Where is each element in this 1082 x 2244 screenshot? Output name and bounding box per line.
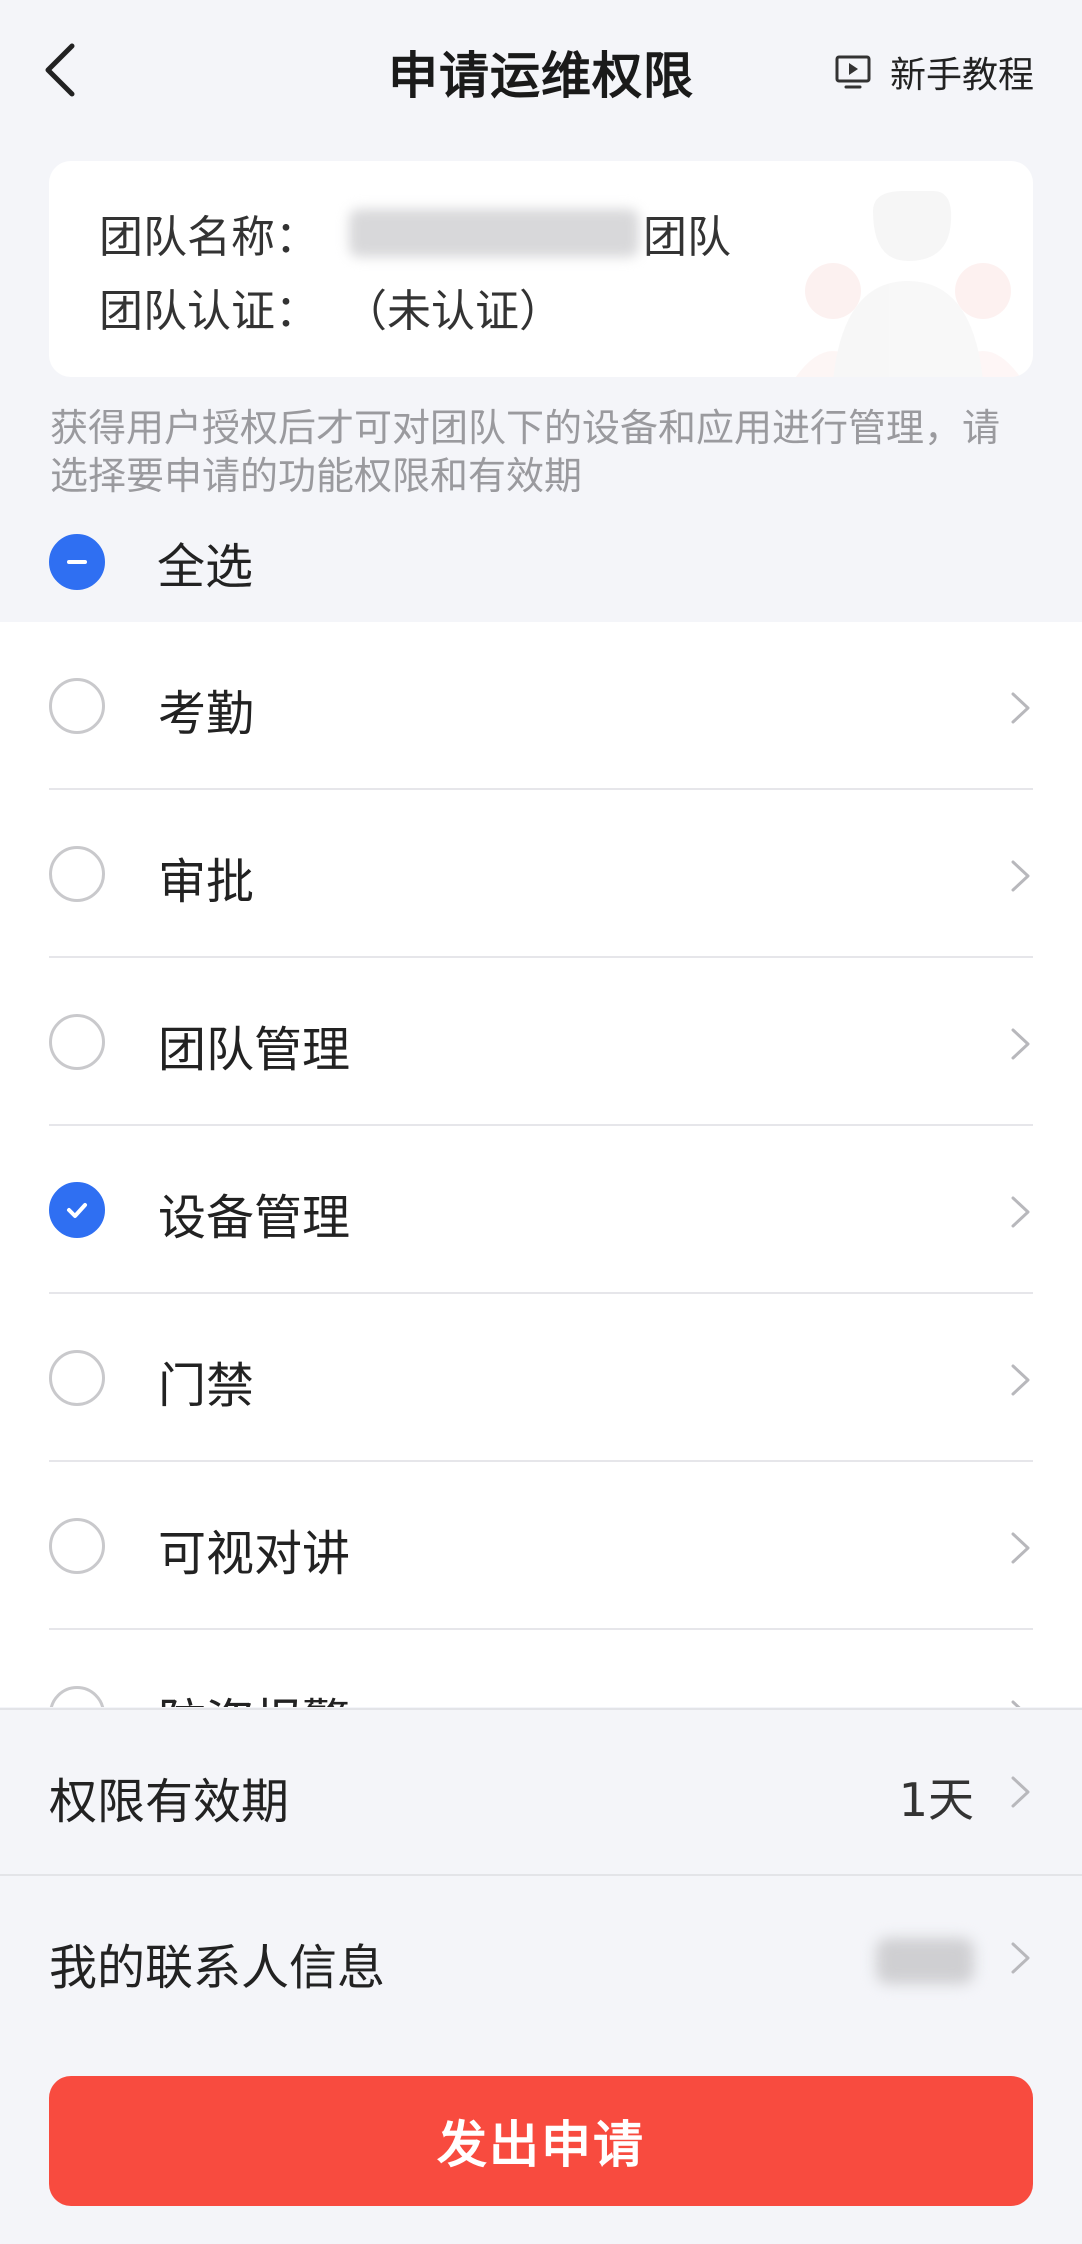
contact-info-row[interactable]: 我的联系人信息 <box>0 1874 1082 2042</box>
contact-value-redacted <box>876 1938 974 1984</box>
team-name-redacted <box>349 209 639 257</box>
permission-label: 防盗报警 <box>158 1682 350 1707</box>
permission-item-attendance[interactable]: 考勤 <box>0 622 1082 790</box>
permission-checkbox[interactable] <box>49 1686 105 1707</box>
chevron-right-icon <box>1011 1364 1030 1396</box>
team-cert-row: 团队认证： （未认证） <box>99 275 563 339</box>
team-info-card: 团队名称： 团队 团队认证： （未认证） <box>49 161 1033 377</box>
chevron-right-icon <box>1011 1196 1030 1228</box>
permission-label: 可视对讲 <box>158 1526 351 1582</box>
permission-label: 设备管理 <box>158 1190 351 1246</box>
permission-checkbox[interactable] <box>49 1518 105 1574</box>
description-text: 获得用户授权后才可对团队下的设备和应用进行管理，请选择要申请的功能权限和有效期 <box>50 406 1001 498</box>
team-watermark-icon <box>795 191 1021 377</box>
permission-item-access-control[interactable]: 门禁 <box>0 1294 1082 1462</box>
permission-item-device-management[interactable]: 设备管理 <box>0 1126 1082 1294</box>
permission-label: 审批 <box>158 854 255 910</box>
permission-label: 考勤 <box>158 686 255 742</box>
permission-checkbox[interactable] <box>49 1182 105 1238</box>
chevron-right-icon <box>1011 1776 1030 1808</box>
permission-checkbox[interactable] <box>49 678 105 734</box>
team-cert-label: 团队认证： <box>99 286 319 337</box>
play-screen-icon <box>835 55 871 89</box>
permission-checkbox[interactable] <box>49 1014 105 1070</box>
chevron-right-icon <box>1011 1532 1030 1564</box>
contact-label: 我的联系人信息 <box>49 1940 386 1996</box>
permission-item-team-management[interactable]: 团队管理 <box>0 958 1082 1126</box>
permission-item-burglar-alarm[interactable]: 防盗报警 <box>0 1630 1082 1707</box>
permission-checkbox[interactable] <box>49 1350 105 1406</box>
minus-icon <box>67 560 87 564</box>
validity-value: 1天 <box>898 1773 974 1827</box>
permission-checkbox[interactable] <box>49 846 105 902</box>
select-all-row[interactable]: 全选 <box>49 532 253 595</box>
select-all-label: 全选 <box>157 539 254 595</box>
team-cert-value: （未认证） <box>343 286 563 337</box>
chevron-right-icon <box>1011 692 1030 724</box>
team-name-row: 团队名称： 团队 <box>99 201 731 265</box>
chevron-right-icon <box>1011 1942 1030 1974</box>
check-icon <box>67 1203 87 1218</box>
validity-label: 权限有效期 <box>49 1774 290 1830</box>
permission-label: 门禁 <box>158 1358 255 1414</box>
validity-period-row[interactable]: 权限有效期 1天 <box>0 1708 1082 1876</box>
tutorial-button[interactable]: 新手教程 <box>834 48 1034 96</box>
chevron-right-icon <box>1011 1700 1021 1707</box>
chevron-right-icon <box>1011 860 1030 892</box>
team-name-label: 团队名称： <box>99 212 319 263</box>
tutorial-label: 新手教程 <box>889 55 1034 96</box>
top-bar: 申请运维权限 新手教程 <box>0 0 1082 150</box>
permission-item-video-intercom[interactable]: 可视对讲 <box>0 1462 1082 1630</box>
select-all-checkbox[interactable] <box>49 534 105 590</box>
submit-request-button[interactable]: 发出申请 <box>49 2076 1033 2206</box>
permission-list: 考勤 审批 团队管理 设备管理 门禁 可视对讲 防盗报警 <box>0 622 1082 1707</box>
permission-item-approval[interactable]: 审批 <box>0 790 1082 958</box>
chevron-right-icon <box>1011 1028 1030 1060</box>
team-name-suffix: 团队 <box>643 212 731 263</box>
permission-label: 团队管理 <box>158 1022 351 1078</box>
